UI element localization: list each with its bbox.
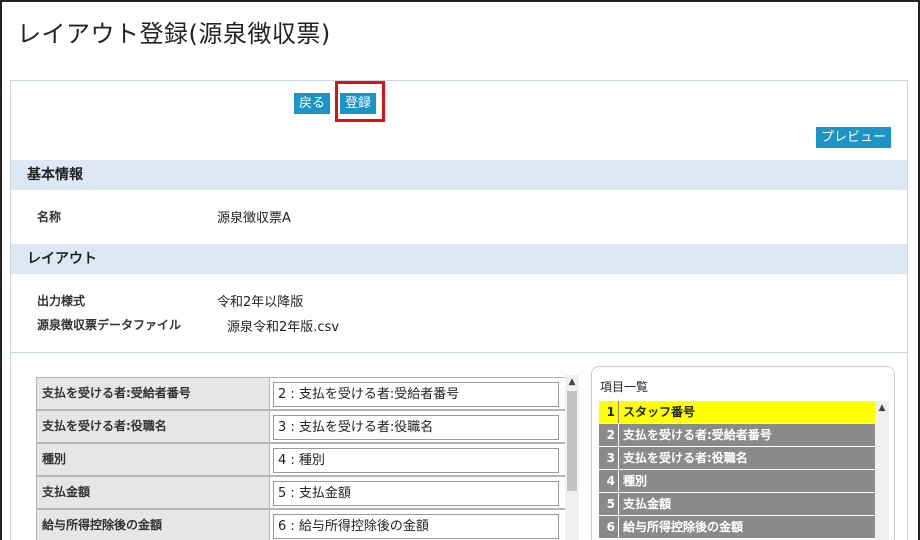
mapping-label: 給与所得控除後の金額 bbox=[36, 509, 270, 540]
item-number: 4 bbox=[599, 470, 619, 492]
mapping-row: 支払を受ける者:役職名 3 : 支払を受ける者:役職名 bbox=[36, 410, 566, 443]
item-label: 給与所得控除後の金額 bbox=[623, 520, 744, 534]
page-title: レイアウト登録(源泉徴収票) bbox=[17, 20, 331, 48]
section-header-layout: レイアウト bbox=[11, 244, 907, 274]
scroll-up-icon[interactable]: ▲ bbox=[875, 401, 889, 415]
mapping-input[interactable]: 5 : 支払金額 bbox=[273, 481, 559, 506]
items-panel: 項目一覧 1 スタッフ番号 2 支払を受ける者:受給者番号 3 支払を受ける者:… bbox=[591, 366, 895, 540]
scroll-thumb[interactable] bbox=[567, 391, 577, 491]
mapping-label: 支払を受ける者:役職名 bbox=[36, 410, 270, 443]
mapping-input[interactable]: 3 : 支払を受ける者:役職名 bbox=[273, 415, 559, 440]
back-button[interactable]: 戻る bbox=[294, 93, 331, 114]
main-panel: 戻る 登録 プレビュー 基本情報 名称 源泉徴収票A レイアウト 出力様式 令和… bbox=[10, 80, 908, 540]
mapping-cell: 3 : 支払を受ける者:役職名 bbox=[270, 410, 566, 443]
items-panel-title: 項目一覧 bbox=[600, 380, 649, 394]
data-file-label: 源泉徴収票データファイル bbox=[37, 318, 182, 332]
mapping-cell: 6 : 給与所得控除後の金額 bbox=[270, 509, 566, 540]
list-item[interactable]: 4 種別 bbox=[599, 470, 875, 493]
name-label: 名称 bbox=[37, 210, 62, 224]
register-button[interactable]: 登録 bbox=[340, 93, 377, 114]
preview-button[interactable]: プレビュー bbox=[816, 127, 892, 148]
item-number: 1 bbox=[599, 401, 619, 423]
divider bbox=[11, 352, 907, 353]
items-list: 1 スタッフ番号 2 支払を受ける者:受給者番号 3 支払を受ける者:役職名 4… bbox=[599, 401, 875, 539]
mapping-scrollbar[interactable]: ▲ bbox=[565, 375, 579, 540]
mapping-cell: 2 : 支払を受ける者:受給者番号 bbox=[270, 377, 566, 410]
item-label: スタッフ番号 bbox=[623, 405, 696, 419]
item-label: 種別 bbox=[623, 474, 648, 488]
mapping-input[interactable]: 4 : 種別 bbox=[273, 448, 559, 473]
list-item[interactable]: 5 支払金額 bbox=[599, 493, 875, 516]
scroll-up-icon[interactable]: ▲ bbox=[565, 375, 579, 389]
output-style-value: 令和2年以降版 bbox=[217, 295, 304, 310]
item-number: 6 bbox=[599, 516, 619, 538]
item-number: 5 bbox=[599, 493, 619, 515]
mapping-row: 給与所得控除後の金額 6 : 給与所得控除後の金額 bbox=[36, 509, 566, 540]
list-item[interactable]: 6 給与所得控除後の金額 bbox=[599, 516, 875, 539]
mapping-label: 支払金額 bbox=[36, 476, 270, 509]
mapping-cell: 5 : 支払金額 bbox=[270, 476, 566, 509]
mapping-label: 種別 bbox=[36, 443, 270, 476]
item-number: 2 bbox=[599, 424, 619, 446]
mapping-label: 支払を受ける者:受給者番号 bbox=[36, 377, 270, 410]
mapping-input[interactable]: 6 : 給与所得控除後の金額 bbox=[273, 514, 559, 539]
data-file-value: 源泉令和2年版.csv bbox=[227, 320, 340, 335]
section-header-basic-info: 基本情報 bbox=[11, 160, 907, 190]
mapping-row: 支払金額 5 : 支払金額 bbox=[36, 476, 566, 509]
list-item[interactable]: 2 支払を受ける者:受給者番号 bbox=[599, 424, 875, 447]
list-item[interactable]: 1 スタッフ番号 bbox=[599, 401, 875, 424]
name-value: 源泉徴収票A bbox=[217, 211, 291, 226]
item-label: 支払金額 bbox=[623, 497, 672, 511]
items-scrollbar[interactable]: ▲ bbox=[875, 401, 889, 540]
item-label: 支払を受ける者:役職名 bbox=[623, 451, 748, 465]
mapping-row: 種別 4 : 種別 bbox=[36, 443, 566, 476]
list-item[interactable]: 3 支払を受ける者:役職名 bbox=[599, 447, 875, 470]
output-style-label: 出力様式 bbox=[37, 294, 86, 308]
item-label: 支払を受ける者:受給者番号 bbox=[623, 428, 772, 442]
mapping-input[interactable]: 2 : 支払を受ける者:受給者番号 bbox=[273, 382, 559, 407]
mapping-cell: 4 : 種別 bbox=[270, 443, 566, 476]
item-number: 3 bbox=[599, 447, 619, 469]
mapping-row: 支払を受ける者:受給者番号 2 : 支払を受ける者:受給者番号 bbox=[36, 377, 566, 410]
